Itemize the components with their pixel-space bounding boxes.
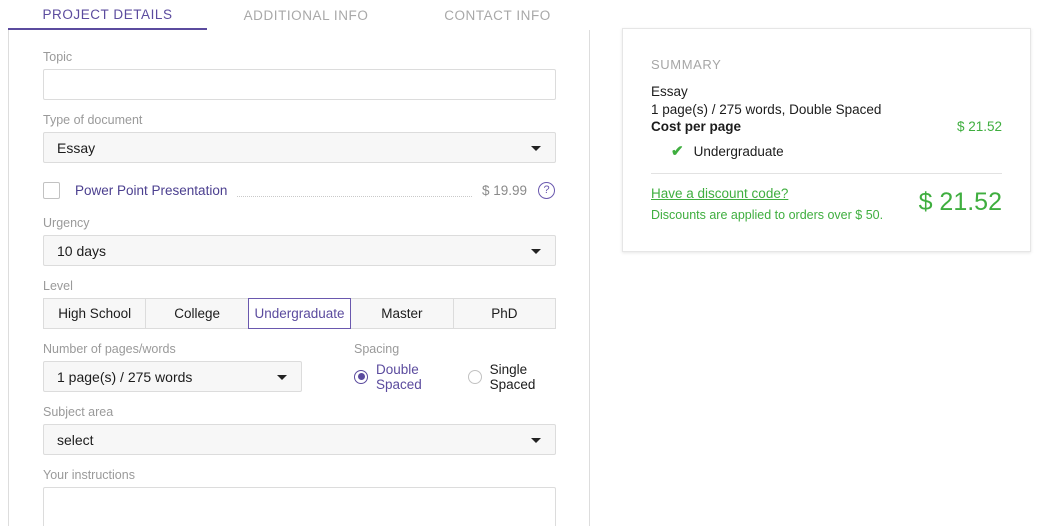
level-option-high-school-label: High School [58, 306, 132, 321]
powerpoint-addon-row: Power Point Presentation $ 19.99 ? [43, 177, 555, 203]
spacing-option-double[interactable]: Double Spaced [354, 362, 446, 392]
spacing-option-double-label: Double Spaced [376, 361, 422, 392]
summary-bottom-row: Have a discount code? Discounts are appl… [651, 186, 1002, 222]
powerpoint-checkbox[interactable] [43, 181, 60, 199]
tab-additional-info-label: ADDITIONAL INFO [243, 8, 369, 23]
question-mark-icon[interactable]: ? [538, 181, 555, 199]
summary-cost-value: $ 21.52 [956, 119, 1002, 134]
level-option-phd-label: PhD [491, 306, 518, 321]
summary-title: SUMMARY [651, 57, 722, 72]
pages-value: 1 page(s) / 275 words [57, 368, 193, 385]
powerpoint-label[interactable]: Power Point Presentation [75, 183, 227, 198]
document-type-value: Essay [57, 139, 96, 156]
project-details-panel: Topic Type of document Essay Power Point… [8, 30, 590, 526]
spacing-option-single-label: Single Spaced [489, 361, 536, 392]
document-type-label: Type of document [43, 113, 143, 127]
summary-level-label: Undergraduate [693, 144, 784, 159]
document-type-select[interactable]: Essay [43, 132, 556, 163]
tab-additional-info[interactable]: ADDITIONAL INFO [207, 0, 405, 31]
level-option-phd[interactable]: PhD [452, 298, 557, 329]
order-form-page: PROJECT DETAILS ADDITIONAL INFO CONTACT … [0, 0, 1039, 526]
summary-total-price: $ 21.52 [918, 188, 1002, 216]
level-option-master-label: Master [381, 306, 423, 321]
pages-spacing-row: Number of pages/words 1 page(s) / 275 wo… [43, 342, 555, 392]
level-option-college-label: College [174, 306, 220, 321]
summary-level-row: ✔ Undergraduate [651, 144, 1002, 159]
tab-project-details[interactable]: PROJECT DETAILS [8, 0, 207, 31]
tab-contact-info[interactable]: CONTACT INFO [405, 0, 590, 31]
radio-unselected-icon [467, 369, 482, 384]
pages-select[interactable]: 1 page(s) / 275 words [43, 361, 302, 392]
subject-area-select[interactable]: select [43, 424, 556, 455]
summary-cost-label: Cost per page [651, 119, 742, 134]
topic-label: Topic [43, 50, 73, 64]
urgency-select[interactable]: 10 days [43, 235, 556, 266]
instructions-textarea[interactable] [43, 487, 556, 526]
discount-note: Discounts are applied to orders over $ 5… [651, 208, 884, 222]
urgency-label: Urgency [43, 216, 90, 230]
summary-cost-row: Cost per page $ 21.52 [651, 119, 1002, 134]
spacing-radio-group: Double Spaced Single Spaced [354, 361, 555, 392]
level-button-group: High School College Undergraduate Master… [43, 298, 557, 329]
summary-card: SUMMARY Essay 1 page(s) / 275 words, Dou… [622, 28, 1031, 252]
level-option-master[interactable]: Master [350, 298, 454, 329]
level-option-undergraduate-label: Undergraduate [254, 306, 345, 321]
discount-code-link[interactable]: Have a discount code? [651, 186, 883, 201]
radio-selected-icon [354, 369, 368, 384]
subject-area-label: Subject area [43, 405, 114, 419]
topic-input[interactable] [43, 69, 556, 100]
summary-divider [651, 173, 1002, 174]
check-icon: ✔ [671, 143, 684, 160]
tab-project-details-label: PROJECT DETAILS [42, 6, 173, 22]
tab-contact-info-label: CONTACT INFO [444, 8, 551, 23]
level-option-high-school[interactable]: High School [43, 298, 147, 329]
tab-bar: PROJECT DETAILS ADDITIONAL INFO CONTACT … [8, 0, 590, 31]
urgency-value: 10 days [57, 242, 107, 259]
discount-block: Have a discount code? Discounts are appl… [651, 186, 883, 222]
powerpoint-price: $ 19.99 [481, 182, 527, 198]
chevron-down-icon [531, 248, 541, 254]
chevron-down-icon [531, 437, 541, 443]
spacing-column: Spacing Double Spaced Single Spaced [354, 342, 555, 392]
subject-area-value: select [57, 431, 94, 448]
chevron-down-icon [277, 374, 287, 380]
pages-label: Number of pages/words [43, 342, 176, 356]
summary-document-type: Essay [651, 84, 688, 99]
pages-column: Number of pages/words 1 page(s) / 275 wo… [43, 342, 302, 392]
dotted-leader [237, 196, 472, 197]
spacing-label: Spacing [354, 342, 400, 356]
chevron-down-icon [531, 145, 541, 151]
level-option-undergraduate[interactable]: Undergraduate [247, 298, 352, 329]
spacing-option-single[interactable]: Single Spaced [467, 361, 555, 392]
level-option-college[interactable]: College [145, 298, 249, 329]
instructions-label: Your instructions [43, 468, 135, 482]
summary-pages-spacing: 1 page(s) / 275 words, Double Spaced [651, 102, 882, 117]
question-mark-glyph: ? [543, 183, 550, 196]
level-label: Level [43, 279, 73, 293]
